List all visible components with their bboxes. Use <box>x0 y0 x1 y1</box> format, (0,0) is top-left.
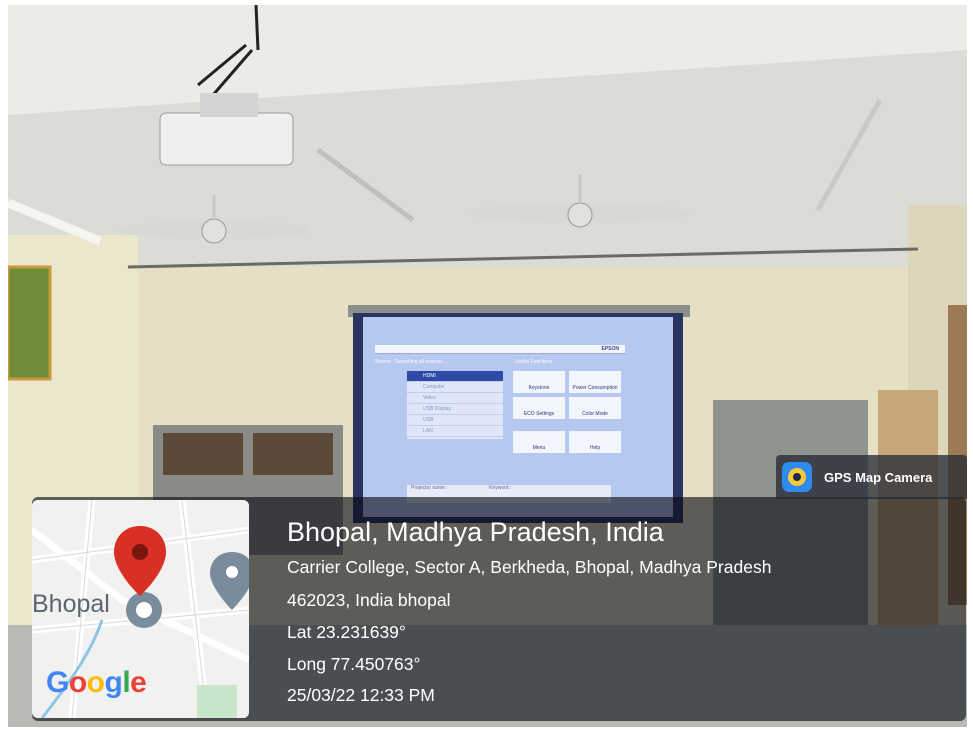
projector-name-label: Projector name : <box>411 485 448 491</box>
projector-source-item: Computer <box>407 382 503 393</box>
projector-function-tiles: Keystone Power Consumption ECO Settings … <box>513 371 623 453</box>
projector-source-item: USB Display <box>407 404 503 415</box>
projector-source-item: USB <box>407 415 503 426</box>
map-city-label: Bhopal <box>32 590 110 618</box>
gps-app-name: GPS Map Camera <box>824 470 933 485</box>
projector-source-item: HDMI <box>407 371 503 382</box>
address-line-1: Carrier College, Sector A, Berkheda, Bho… <box>287 557 772 577</box>
projector-top-bar: EPSON <box>375 345 625 354</box>
timestamp: 25/03/22 12:33 PM <box>287 685 435 705</box>
projector-brand: EPSON <box>601 346 619 352</box>
gps-app-badge: GPS Map Camera <box>776 455 967 499</box>
transit-marker-icon <box>126 592 162 628</box>
projector-function-tile: Help <box>569 431 621 453</box>
projector-source-header: Source : Searching all sources ... <box>375 359 449 365</box>
projector-function-tile: Menu <box>513 431 565 453</box>
google-logo: Google <box>46 666 147 699</box>
projector-functions-header: Useful Functions : <box>515 359 556 365</box>
address-line-2: 462023, India bhopal <box>287 590 451 610</box>
projector-keyword-label: Keyword : <box>489 485 512 491</box>
location-map-thumbnail: Bhopal Google <box>32 500 249 718</box>
projector-source-item: LAN <box>407 426 503 437</box>
location-title: Bhopal, Madhya Pradesh, India <box>287 517 664 547</box>
projector-source-item: Video <box>407 393 503 404</box>
projector-function-tile: Color Mode <box>569 397 621 419</box>
projector-function-tile: Keystone <box>513 371 565 393</box>
gps-camera-app-icon <box>782 462 812 492</box>
projector-function-tile: Power Consumption <box>569 371 621 393</box>
projector-function-tile: ECO Settings <box>513 397 565 419</box>
projector-source-list: HDMI Computer Video USB Display USB LAN <box>407 371 503 439</box>
projector-screen-ui: EPSON Source : Searching all sources ...… <box>363 317 673 517</box>
latitude-value: Lat 23.231639° <box>287 622 406 642</box>
longitude-value: Long 77.450763° <box>287 654 421 674</box>
